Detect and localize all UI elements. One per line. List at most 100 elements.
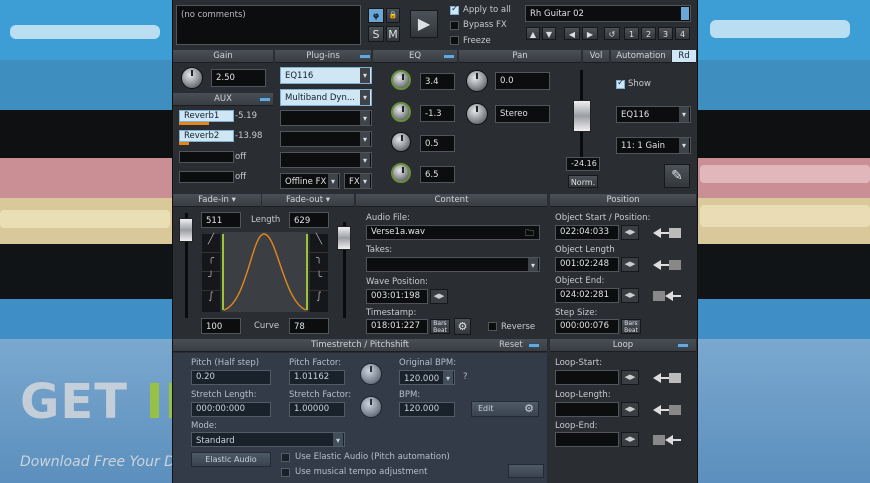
- offline-fx-dropdown[interactable]: Offline FX: [280, 173, 340, 189]
- undo-icon[interactable]: ↺: [604, 27, 620, 40]
- object-end-value[interactable]: 024:02:281: [555, 288, 619, 303]
- fade-curve-value[interactable]: 78: [289, 318, 329, 334]
- lock-icon[interactable]: 🔒: [386, 8, 400, 23]
- left-arrow-icon[interactable]: ◀: [564, 27, 580, 40]
- vol-value[interactable]: -24.16: [566, 157, 600, 171]
- fade-shape-scurve-icon[interactable]: ∫: [202, 291, 220, 310]
- fade-out-log-icon[interactable]: ╮: [310, 253, 328, 272]
- audio-file-field[interactable]: Verse1a.wav: [366, 225, 540, 240]
- object-length-stepper[interactable]: ◀▶: [621, 257, 639, 272]
- track-name-field[interactable]: Rh Guitar 02: [525, 5, 691, 22]
- fade-out-linear-icon[interactable]: ╲: [310, 234, 328, 253]
- loop-start-stepper[interactable]: ◀▶: [621, 370, 639, 385]
- fx-dropdown[interactable]: FX: [344, 173, 372, 189]
- loop-start-move-icon[interactable]: [651, 371, 687, 385]
- fade-in-value[interactable]: 511: [201, 212, 241, 228]
- aux-send-2-name[interactable]: Reverb2: [179, 130, 234, 142]
- eq-value-midhigh[interactable]: -1.3: [420, 105, 455, 122]
- preset-4-button[interactable]: 4: [675, 27, 690, 40]
- move-end-icon[interactable]: [651, 289, 687, 303]
- wave-position-value[interactable]: 003:01:198: [366, 289, 428, 304]
- move-length-icon[interactable]: [651, 258, 687, 272]
- wave-position-stepper[interactable]: ◀▶: [430, 289, 448, 304]
- gain-knob[interactable]: [181, 67, 203, 89]
- play-icon[interactable]: ▶: [410, 10, 438, 38]
- plugin-slot-2[interactable]: Multiband Dyn...: [280, 89, 372, 106]
- step-size-value[interactable]: 000:00:076: [555, 319, 619, 334]
- plugin-slot-5[interactable]: [280, 152, 372, 168]
- pan-knob[interactable]: [466, 70, 488, 92]
- stereo-mode[interactable]: Stereo: [495, 105, 550, 123]
- mute-button[interactable]: M: [386, 26, 400, 42]
- comment-field[interactable]: (no comments): [176, 5, 361, 45]
- loop-length-move-icon[interactable]: [651, 403, 687, 417]
- fade-shape-linear-icon[interactable]: ╱: [202, 234, 220, 253]
- bypass-fx-checkbox[interactable]: [450, 21, 459, 30]
- vol-fader-handle[interactable]: [573, 100, 591, 132]
- fade-length-value[interactable]: 629: [289, 212, 329, 228]
- bars-beat-button[interactable]: Bars Beat: [430, 319, 450, 334]
- gain-value[interactable]: 2.50: [211, 69, 266, 87]
- loop-length-value[interactable]: [555, 402, 619, 417]
- track-color-swatch[interactable]: [681, 7, 689, 20]
- object-start-value[interactable]: 022:04:033: [555, 225, 619, 240]
- fade-curve-in-value[interactable]: 100: [201, 318, 241, 334]
- aux-send-1-name[interactable]: Reverb1: [179, 110, 234, 122]
- plugin-slot-4[interactable]: [280, 131, 372, 147]
- plugin-slot-1[interactable]: EQ116: [280, 67, 372, 84]
- object-end-stepper[interactable]: ◀▶: [621, 288, 639, 303]
- up-arrow-icon[interactable]: ▲: [526, 27, 540, 40]
- timestamp-settings-icon[interactable]: ⚙: [454, 318, 471, 335]
- automation-edit-icon[interactable]: ✎: [664, 164, 690, 188]
- object-start-stepper[interactable]: ◀▶: [621, 225, 639, 240]
- preset-2-button[interactable]: 2: [641, 27, 656, 40]
- aux-led[interactable]: [259, 97, 271, 102]
- stereo-width-knob[interactable]: [466, 103, 488, 125]
- normalize-button[interactable]: Norm.: [568, 175, 598, 188]
- right-arrow-icon[interactable]: ▶: [582, 27, 598, 40]
- plugins-led[interactable]: [359, 54, 371, 59]
- object-length-value[interactable]: 001:02:248: [555, 257, 619, 272]
- fade-out-exp-icon[interactable]: ╰: [310, 272, 328, 291]
- pan-value[interactable]: 0.0: [495, 72, 550, 90]
- eq-led[interactable]: [443, 54, 455, 59]
- read-mode-tab[interactable]: Rd: [672, 50, 696, 63]
- plugin-slot-3[interactable]: [280, 110, 372, 126]
- fade-in-shapes[interactable]: ╱ ╭ ╯ ∫: [202, 234, 220, 312]
- eq-knob-low[interactable]: [391, 163, 411, 183]
- takes-dropdown[interactable]: [366, 257, 540, 272]
- fade-out-shapes[interactable]: ╲ ╮ ╰ ∫: [310, 234, 328, 312]
- solo-button[interactable]: S: [368, 26, 384, 42]
- fade-out-slider-handle[interactable]: [337, 226, 351, 250]
- reset-label[interactable]: Reset: [499, 340, 523, 350]
- fade-shape-log-icon[interactable]: ╭: [202, 253, 220, 272]
- loop-end-value[interactable]: [555, 432, 619, 447]
- eq-value-midlow[interactable]: 0.5: [420, 135, 455, 152]
- eq-value-low[interactable]: 6.5: [420, 166, 455, 183]
- loop-led[interactable]: [677, 343, 689, 348]
- loop-end-stepper[interactable]: ◀▶: [621, 432, 639, 447]
- fade-out-scurve-icon[interactable]: ∫: [310, 291, 328, 310]
- eq-knob-midhigh[interactable]: [391, 102, 411, 122]
- eq-knob-high[interactable]: [391, 70, 411, 90]
- eq-value-high[interactable]: 3.4: [420, 73, 455, 90]
- aux-send-4-name[interactable]: [179, 171, 234, 183]
- timestretch-led[interactable]: [528, 343, 540, 348]
- down-arrow-icon[interactable]: ▼: [542, 27, 556, 40]
- reverse-checkbox[interactable]: [488, 322, 497, 331]
- loop-start-value[interactable]: [555, 370, 619, 385]
- step-bars-beat-button[interactable]: Bars Beat: [621, 319, 641, 334]
- apply-all-checkbox[interactable]: [450, 4, 459, 15]
- fade-shape-exp-icon[interactable]: ╯: [202, 272, 220, 291]
- loop-end-move-icon[interactable]: [651, 433, 687, 447]
- fade-in-slider-handle[interactable]: [179, 218, 193, 242]
- eq-knob-midlow[interactable]: [391, 132, 411, 152]
- folder-icon[interactable]: 🗀: [525, 226, 538, 239]
- move-start-icon[interactable]: [651, 226, 687, 240]
- preset-1-button[interactable]: 1: [624, 27, 639, 40]
- automation-target-dropdown[interactable]: EQ116: [616, 106, 691, 123]
- freeze-checkbox[interactable]: [450, 36, 459, 45]
- phase-button[interactable]: φ: [368, 8, 384, 23]
- loop-length-stepper[interactable]: ◀▶: [621, 402, 639, 417]
- preset-3-button[interactable]: 3: [658, 27, 673, 40]
